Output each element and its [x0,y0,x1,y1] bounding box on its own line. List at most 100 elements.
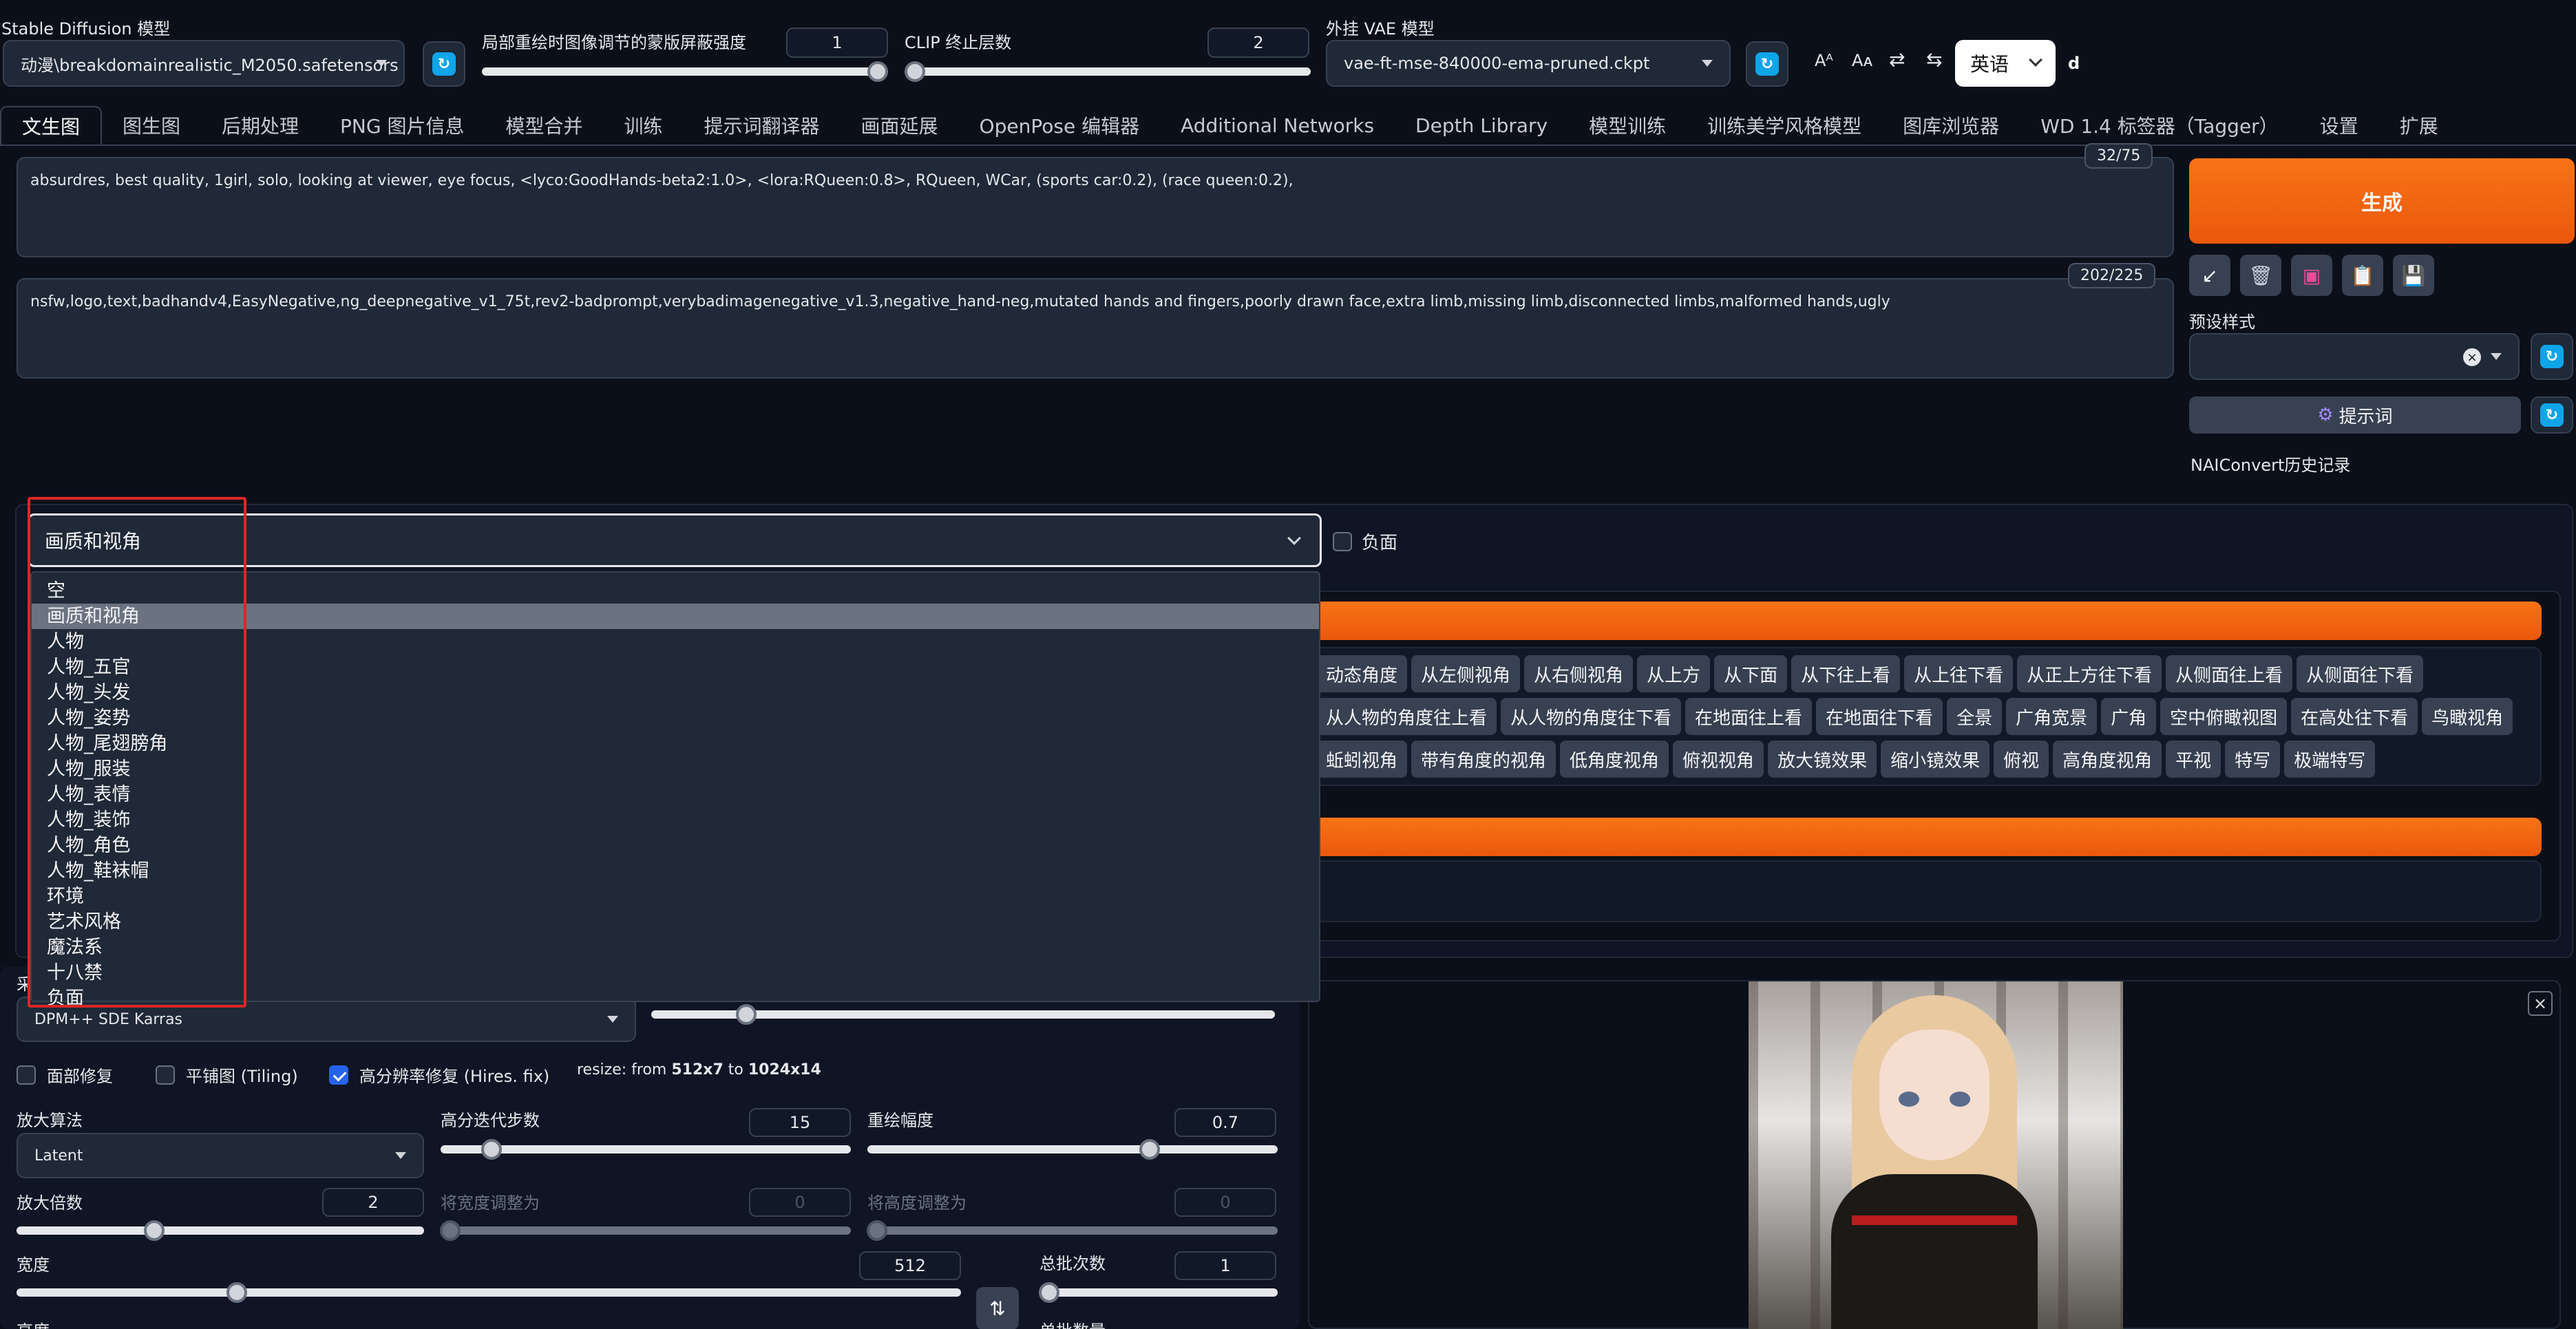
tag-chip[interactable]: 极端特写 [2284,741,2376,778]
tag-chip[interactable]: 全景 [1947,698,2003,735]
batch-count-thumb[interactable] [1039,1282,1059,1303]
tag-chip[interactable]: 带有角度的视角 [1411,741,1556,778]
hires-scale-slider[interactable] [17,1220,424,1241]
clip-skip-slider[interactable] [905,61,1311,82]
tag-chip[interactable]: 蚯蚓视角 [1316,741,1408,778]
hires-steps-thumb[interactable] [481,1139,502,1160]
resize-height-slider[interactable] [867,1220,1278,1241]
tab-train[interactable]: 训练 [604,106,684,145]
close-icon[interactable]: × [2528,991,2553,1016]
apply-style-button[interactable]: 📋 [2342,255,2383,296]
clip-skip-input[interactable]: 2 [1207,28,1309,58]
tag-chip[interactable]: 从人物的角度往上看 [1316,698,1497,735]
category-option[interactable]: 人物_五官 [32,655,1319,680]
tag-chip[interactable]: 放大镜效果 [1768,741,1877,778]
save-style-button[interactable]: 💾 [2393,255,2434,296]
hires-scale-thumb[interactable] [144,1220,165,1241]
category-option-selected[interactable]: 画质和视角 [32,604,1319,629]
category-option[interactable]: 环境 [32,884,1319,909]
mask-strength-thumb[interactable] [867,61,888,82]
category-option[interactable]: 魔法系 [32,935,1319,960]
prompt-button[interactable]: ⚙ 提示词 [2189,396,2521,434]
tag-chip[interactable]: 从侧面往下看 [2297,655,2424,692]
hires-scale-input[interactable]: 2 [322,1188,424,1217]
clear-prompt-button[interactable]: 🗑 [2240,255,2281,296]
tag-chip[interactable]: 在地面往下看 [1816,698,1943,735]
tag-chip[interactable]: 从上往下看 [1904,655,2014,692]
tag-chip[interactable]: 低角度视角 [1560,741,1669,778]
tag-chip[interactable]: 空中俯瞰视图 [2160,698,2288,735]
width-thumb[interactable] [226,1282,247,1303]
tab-txt2img[interactable]: 文生图 [0,106,103,145]
category-option[interactable]: 人物_装饰 [32,807,1319,833]
tag-chip[interactable]: 从右侧视角 [1524,655,1634,692]
tag-chip[interactable]: 从正上方往下看 [2017,655,2162,692]
positive-prompt-textarea[interactable]: absurdres, best quality, 1girl, solo, lo… [17,157,2174,257]
read-params-button[interactable]: ↙ [2189,255,2230,296]
vae-refresh-button[interactable]: ↻ [1746,41,1788,87]
negative-checkbox[interactable] [1333,531,1352,551]
hires-steps-input[interactable]: 15 [749,1108,851,1137]
swap-alt-icon[interactable]: ⇆ [1926,48,1942,71]
tag-chip[interactable]: 从侧面往上看 [2166,655,2293,692]
restore-faces-checkbox[interactable] [17,1065,36,1085]
batch-count-slider[interactable] [1039,1282,1278,1303]
batch-count-input[interactable]: 1 [1174,1251,1276,1280]
denoise-slider[interactable] [867,1139,1278,1160]
swap-icon[interactable]: ⇄ [1889,48,1905,71]
prompt-refresh-button[interactable]: ↻ [2531,396,2573,434]
category-option[interactable]: 人物_头发 [32,680,1319,705]
mask-strength-slider[interactable] [482,61,888,82]
tag-chip[interactable]: 从下面 [1714,655,1788,692]
preset-styles-select[interactable]: × [2189,333,2520,380]
tag-chip[interactable]: 动态角度 [1316,655,1408,692]
font-size-small-icon[interactable]: Aᴀ [1852,51,1873,70]
tiling-toggle[interactable]: 平铺图 (Tiling) [156,1063,298,1087]
language-select[interactable]: 英语 [1955,40,2056,87]
vae-select[interactable]: vae-ft-mse-840000-ema-pruned.ckpt [1326,40,1731,87]
tab-aesthetic[interactable]: 训练美学风格模型 [1687,106,1882,145]
mask-strength-input[interactable]: 1 [786,28,888,58]
category-option[interactable]: 人物_尾翅膀角 [32,731,1319,756]
tag-chip[interactable]: 在地面往上看 [1685,698,1813,735]
category-option[interactable]: 空 [32,578,1319,604]
resize-width-input[interactable]: 0 [749,1188,851,1217]
tag-chip[interactable]: 在高处往下看 [2291,698,2418,735]
category-option[interactable]: 艺术风格 [32,909,1319,935]
tab-model-train[interactable]: 模型训练 [1568,106,1687,145]
tag-chip[interactable]: 特写 [2225,741,2281,778]
resize-width-thumb[interactable] [440,1220,461,1241]
category-option[interactable]: 人物_鞋袜帽 [32,858,1319,884]
clip-skip-thumb[interactable] [905,61,925,82]
tag-chip[interactable]: 缩小镜效果 [1881,741,1990,778]
category-option[interactable]: 人物_服装 [32,756,1319,782]
category-option[interactable]: 人物_表情 [32,782,1319,807]
tag-chip[interactable]: 高角度视角 [2053,741,2162,778]
tag-chip[interactable]: 从下往上看 [1791,655,1901,692]
font-size-large-icon[interactable]: Aᴬ [1815,51,1833,70]
tab-tagger[interactable]: WD 1.4 标签器（Tagger） [2020,106,2299,145]
tab-extensions[interactable]: 扩展 [2379,106,2459,145]
denoise-input[interactable]: 0.7 [1174,1108,1276,1137]
tag-chip[interactable]: 广角宽景 [2006,698,2098,735]
negative-prompt-textarea[interactable]: nsfw,logo,text,badhandv4,EasyNegative,ng… [17,278,2174,379]
resize-height-thumb[interactable] [867,1220,887,1241]
category-option[interactable]: 负面 [32,986,1319,1011]
tiling-checkbox[interactable] [156,1065,175,1085]
tab-img2img[interactable]: 图生图 [102,106,201,145]
tab-outpaint[interactable]: 画面延展 [841,106,959,145]
hires-fix-checkbox[interactable] [329,1065,348,1085]
width-slider[interactable] [17,1282,961,1303]
category-option[interactable]: 人物_姿势 [32,705,1319,731]
model-select[interactable]: 动漫\breakdomainrealistic_M2050.safetensor… [3,40,405,87]
tab-merge[interactable]: 模型合并 [485,106,603,145]
tab-settings[interactable]: 设置 [2299,106,2379,145]
tag-chip[interactable]: 平视 [2166,741,2221,778]
width-input[interactable]: 512 [859,1251,961,1280]
extra-networks-button[interactable]: ▣ [2291,255,2332,296]
tag-chip[interactable]: 俯视 [1994,741,2049,778]
resize-height-input[interactable]: 0 [1174,1188,1276,1217]
tab-extras[interactable]: 后期处理 [201,106,319,145]
tag-chip[interactable]: 广角 [2101,698,2157,735]
hires-steps-slider[interactable] [441,1139,851,1160]
